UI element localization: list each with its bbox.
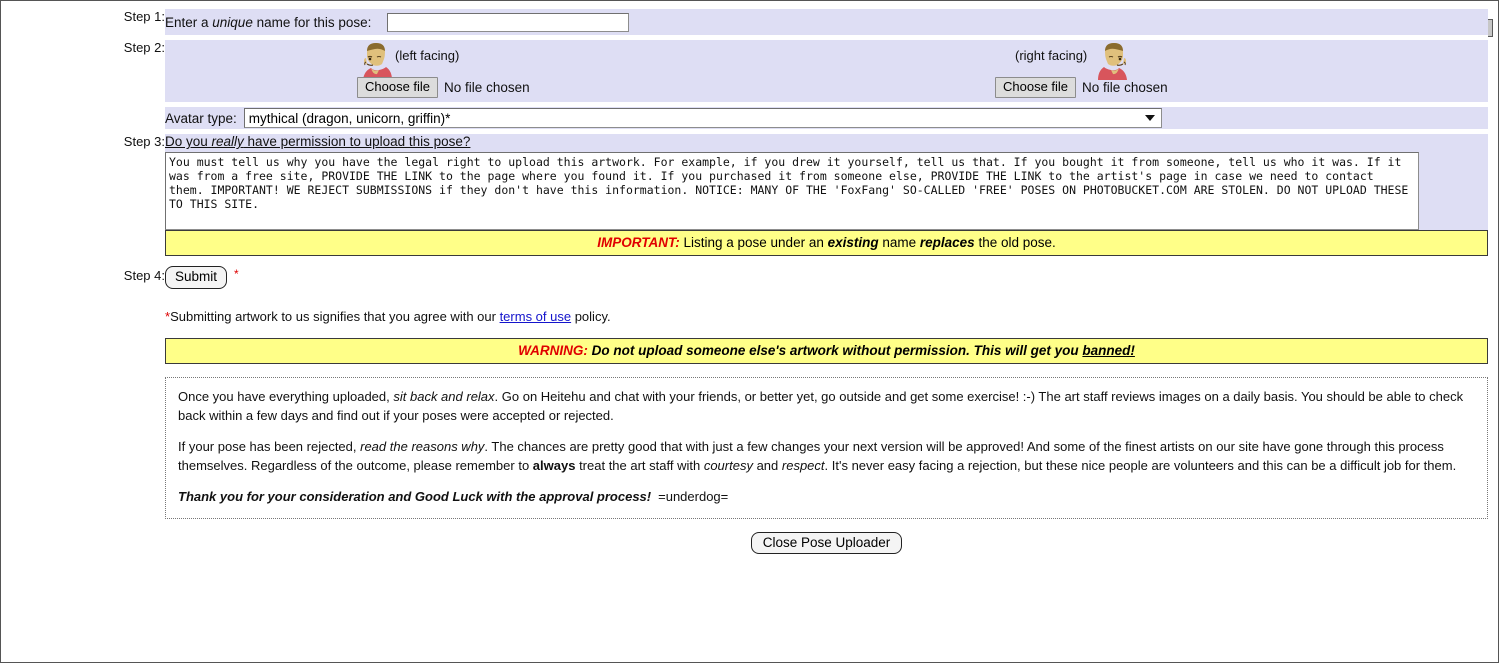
important-banner-spacer [10, 230, 165, 256]
info-thanks: Thank you for your consideration and Goo… [178, 489, 652, 504]
right-facing-label: (right facing) [1015, 48, 1088, 63]
pose-name-input[interactable] [387, 12, 630, 32]
avatar-type-selected-value: mythical (dragon, unicorn, griffin)* [248, 110, 451, 126]
terms-of-use-link[interactable]: terms of use [500, 309, 572, 324]
info-p2-bold: always [532, 457, 576, 473]
warning-banner-spacer [10, 324, 165, 364]
no-file-left-label: No file chosen [444, 80, 530, 96]
question-before: Do you [165, 134, 212, 149]
important-lead: IMPORTANT: [597, 235, 680, 250]
avatar-type-panel: Avatar type: mythical (dragon, unicorn, … [165, 107, 1488, 129]
step1-prompt-after: name for this pose: [252, 14, 372, 30]
info-p2-e: . It's never easy facing a rejection, bu… [824, 457, 1457, 473]
important-banner: IMPORTANT: Listing a pose under an exist… [165, 230, 1488, 256]
step2-panel: (left facing) Choose file No file chosen… [165, 40, 1488, 102]
step2-label: Step 2: [10, 40, 165, 102]
right-facing-upload-group: (right facing) Choose file No file chose… [995, 40, 1168, 99]
info-box-cell: Once you have everything uploaded, sit b… [165, 364, 1488, 555]
chevron-down-icon [1144, 115, 1155, 121]
info-p1-a: Once you have everything uploaded, [178, 389, 394, 405]
step3-panel: Do you really have permission to upload … [165, 134, 1488, 230]
question-emphasis: really [211, 134, 244, 149]
important-part1: Listing a pose under an [679, 235, 828, 250]
terms-of-use-line: *Submitting artwork to us signifies that… [165, 289, 1488, 324]
pose-uploader-page: ✕ Step 1: Enter a unique name for this p… [0, 0, 1499, 663]
important-banner-row: IMPORTANT: Listing a pose under an exist… [10, 230, 1488, 256]
warning-banner: WARNING: Do not upload someone else's ar… [165, 338, 1488, 365]
important-em1: existing [827, 235, 879, 250]
step1-prompt: Enter a unique name for this pose: [165, 15, 371, 30]
info-box: Once you have everything uploaded, sit b… [165, 377, 1488, 520]
info-p1-em: sit back and relax [393, 389, 495, 405]
submit-button[interactable]: Submit [165, 266, 228, 290]
close-uploader-row: Close Pose Uploader [165, 519, 1488, 555]
info-paragraph-3: Thank you for your consideration and Goo… [178, 488, 1475, 506]
info-p2-c: treat the art staff with [575, 457, 704, 473]
form-table: Step 1: Enter a unique name for this pos… [10, 9, 1488, 555]
info-p2-em2: courtesy [703, 457, 753, 473]
close-pose-uploader-button[interactable]: Close Pose Uploader [750, 532, 903, 555]
info-paragraph-2: If your pose has been rejected, read the… [178, 438, 1475, 475]
step4-label: Step 4: [10, 256, 165, 325]
info-box-spacer [10, 364, 165, 554]
step4-row: Step 4: Submit * *Submitting artwork to … [10, 256, 1488, 325]
left-facing-label: (left facing) [395, 48, 460, 63]
info-box-row: Once you have everything uploaded, sit b… [10, 364, 1488, 555]
avatar-type-label: Avatar type: [165, 110, 237, 126]
warning-lead: WARNING: [518, 343, 588, 359]
step3-row: Step 3: Do you really have permission to… [10, 134, 1488, 230]
step1-prompt-emphasis: unique [212, 14, 253, 30]
no-file-right-label: No file chosen [1082, 80, 1168, 96]
tos-after: policy. [571, 309, 611, 325]
important-em2: replaces [919, 235, 975, 250]
info-paragraph-1: Once you have everything uploaded, sit b… [178, 388, 1475, 425]
warning-body: Do not upload someone else's artwork wit… [587, 343, 1083, 359]
warning-banner-cell: WARNING: Do not upload someone else's ar… [165, 324, 1488, 365]
info-p2-a: If your pose has been rejected, [178, 439, 361, 455]
left-facing-upload-group: (left facing) Choose file No file chosen [357, 40, 530, 99]
submit-required-star: * [234, 267, 239, 281]
info-p2-d: and [752, 457, 782, 473]
info-p2-em3: respect [781, 457, 825, 473]
avatar-type-row: Avatar type: mythical (dragon, unicorn, … [10, 107, 1488, 129]
step4-cell: Submit * *Submitting artwork to us signi… [165, 256, 1488, 324]
avatar-left-facing-icon [357, 40, 395, 80]
avatar-right-facing-icon [1095, 40, 1134, 80]
info-signature: =underdog= [658, 489, 729, 504]
step1-row: Step 1: Enter a unique name for this pos… [10, 9, 1488, 35]
tos-before: Submitting artwork to us signifies that … [170, 309, 500, 325]
avatar-type-spacer-label [10, 107, 165, 129]
step3-label: Step 3: [10, 134, 165, 230]
info-p2-em: read the reasons why [360, 439, 485, 455]
pose-uploader-form: Step 1: Enter a unique name for this pos… [10, 9, 1488, 555]
step1-label: Step 1: [10, 9, 165, 35]
step1-prompt-before: Enter a [165, 14, 213, 30]
warning-banner-row: WARNING: Do not upload someone else's ar… [10, 324, 1488, 365]
choose-file-left-button[interactable]: Choose file [357, 77, 439, 99]
question-after: have permission to upload this pose? [243, 134, 471, 149]
warning-banned-link[interactable]: banned! [1082, 343, 1135, 358]
important-banner-cell: IMPORTANT: Listing a pose under an exist… [165, 230, 1488, 256]
step2-row: Step 2: (left facing) Choose file No fil… [10, 40, 1488, 102]
permission-question: Do you really have permission to upload … [165, 134, 470, 149]
choose-file-right-button[interactable]: Choose file [995, 77, 1077, 99]
step1-panel: Enter a unique name for this pose: [165, 9, 1488, 35]
important-part2: name [878, 235, 920, 250]
permission-textarea[interactable] [165, 152, 1419, 230]
avatar-type-select[interactable]: mythical (dragon, unicorn, griffin)* [243, 108, 1162, 128]
important-part3: the old pose. [974, 235, 1056, 250]
